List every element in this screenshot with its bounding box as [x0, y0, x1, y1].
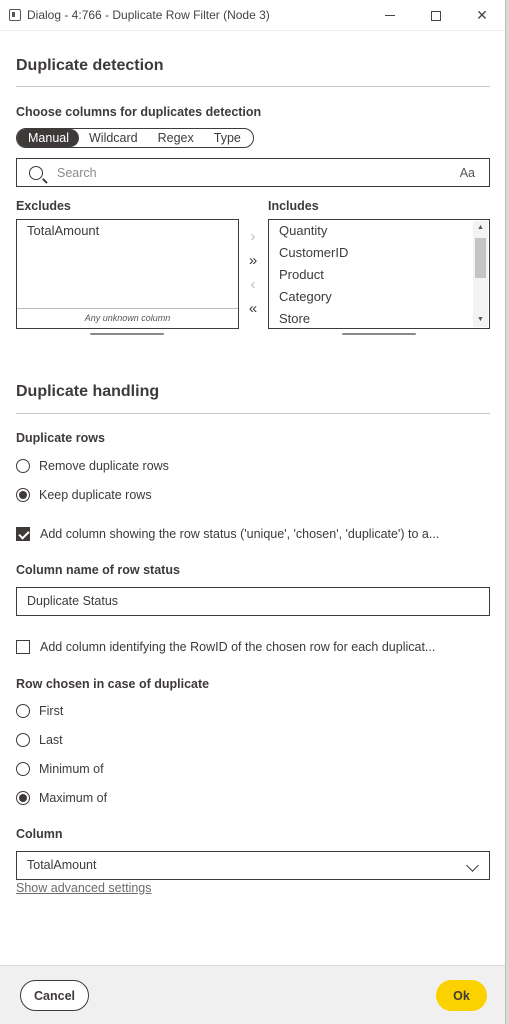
minimize-icon: [385, 15, 395, 16]
radio-remove-duplicates[interactable]: Remove duplicate rows: [16, 459, 169, 473]
maximize-button[interactable]: [413, 0, 459, 31]
duplicate-handling-heading: Duplicate handling: [16, 383, 160, 400]
unknown-column-placeholder: Any unknown column: [17, 308, 238, 328]
list-item[interactable]: TotalAmount: [17, 220, 238, 242]
includes-resize-handle[interactable]: [342, 333, 416, 335]
radio-label: First: [39, 704, 64, 718]
close-icon: ✕: [476, 7, 488, 23]
status-name-label: Column name of row status: [16, 563, 180, 577]
radio-label: Last: [39, 733, 63, 747]
window-controls: ✕: [367, 0, 505, 31]
column-search: Aa: [16, 158, 490, 187]
case-sensitive-toggle[interactable]: Aa: [460, 166, 475, 180]
mode-selector: Manual Wildcard Regex Type: [16, 128, 254, 148]
row-chosen-label: Row chosen in case of duplicate: [16, 677, 210, 691]
radio-last[interactable]: Last: [16, 733, 63, 747]
checkbox-label: Add column showing the row status ('uniq…: [40, 527, 440, 541]
excludes-label: Excludes: [16, 199, 71, 213]
add-status-checkbox[interactable]: [16, 527, 30, 541]
section-divider: [16, 413, 490, 414]
duplicate-rows-label: Duplicate rows: [16, 431, 105, 445]
list-item[interactable]: Category: [269, 286, 489, 308]
add-status-column-option[interactable]: Add column showing the row status ('uniq…: [16, 527, 439, 541]
radio-button[interactable]: [16, 488, 30, 502]
dialog-footer: Cancel Ok: [0, 965, 505, 1024]
column-dropdown[interactable]: TotalAmount: [16, 851, 490, 880]
radio-minimum-of[interactable]: Minimum of: [16, 762, 104, 776]
radio-button[interactable]: [16, 762, 30, 776]
choose-columns-label: Choose columns for duplicates detection: [16, 105, 262, 119]
window-title: Dialog - 4:766 - Duplicate Row Filter (N…: [27, 8, 270, 22]
radio-first[interactable]: First: [16, 704, 63, 718]
list-item[interactable]: Store: [269, 308, 489, 328]
scroll-thumb[interactable]: [475, 238, 486, 278]
mode-manual[interactable]: Manual: [17, 129, 79, 147]
section-divider: [16, 86, 490, 87]
mode-wildcard[interactable]: Wildcard: [79, 129, 148, 147]
checkbox-label: Add column identifying the RowID of the …: [40, 640, 436, 654]
column-label: Column: [16, 827, 63, 841]
move-left-button[interactable]: ‹: [246, 276, 260, 293]
search-input[interactable]: [57, 165, 437, 180]
title-bar: Dialog - 4:766 - Duplicate Row Filter (N…: [0, 0, 505, 31]
mode-type[interactable]: Type: [204, 129, 251, 147]
column-dropdown-value: TotalAmount: [27, 858, 97, 872]
excludes-list[interactable]: TotalAmount Any unknown column: [16, 219, 239, 329]
radio-button[interactable]: [16, 791, 30, 805]
radio-maximum-of[interactable]: Maximum of: [16, 791, 107, 805]
show-advanced-settings-link[interactable]: Show advanced settings: [16, 881, 152, 895]
add-rowid-checkbox[interactable]: [16, 640, 30, 654]
radio-button[interactable]: [16, 733, 30, 747]
move-all-right-button[interactable]: »: [246, 252, 260, 269]
scroll-up-icon[interactable]: ▲: [473, 221, 488, 235]
radio-label: Remove duplicate rows: [39, 459, 169, 473]
radio-button[interactable]: [16, 704, 30, 718]
radio-label: Minimum of: [39, 762, 104, 776]
list-item[interactable]: Product: [269, 264, 489, 286]
scroll-down-icon[interactable]: ▼: [473, 313, 488, 327]
dialog-content: Duplicate detection Choose columns for d…: [0, 31, 505, 965]
ok-button[interactable]: Ok: [436, 980, 487, 1011]
close-button[interactable]: ✕: [459, 0, 505, 31]
excludes-resize-handle[interactable]: [90, 333, 164, 335]
move-right-button[interactable]: ›: [246, 228, 260, 245]
radio-keep-duplicates[interactable]: Keep duplicate rows: [16, 488, 152, 502]
radio-label: Keep duplicate rows: [39, 488, 152, 502]
add-rowid-column-option[interactable]: Add column identifying the RowID of the …: [16, 640, 435, 654]
includes-label: Includes: [268, 199, 319, 213]
includes-list[interactable]: Quantity CustomerID Product Category Sto…: [268, 219, 490, 329]
duplicate-detection-heading: Duplicate detection: [16, 57, 164, 74]
app-icon: [9, 9, 21, 21]
list-item[interactable]: CustomerID: [269, 242, 489, 264]
maximize-icon: [431, 10, 441, 21]
chevron-down-icon: [466, 859, 479, 872]
mode-regex[interactable]: Regex: [148, 129, 204, 147]
search-icon: [29, 165, 43, 180]
window-edge: [505, 0, 509, 1024]
list-item[interactable]: Quantity: [269, 220, 489, 242]
status-name-field[interactable]: Duplicate Status: [16, 587, 490, 616]
radio-button[interactable]: [16, 459, 30, 473]
minimize-button[interactable]: [367, 0, 413, 31]
radio-label: Maximum of: [39, 791, 108, 805]
move-all-left-button[interactable]: «: [246, 300, 260, 317]
includes-scrollbar[interactable]: ▲ ▼: [473, 221, 488, 327]
cancel-button[interactable]: Cancel: [20, 980, 89, 1011]
